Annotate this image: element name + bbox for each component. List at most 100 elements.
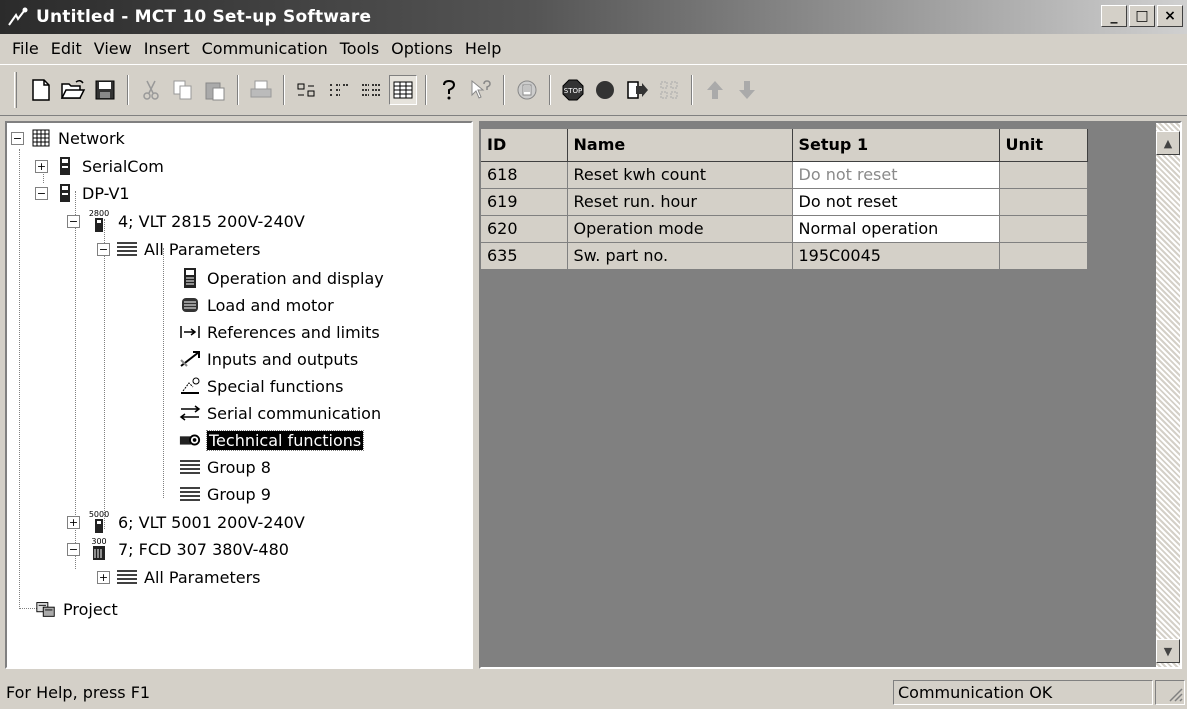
motor-icon xyxy=(179,294,201,316)
tree-label: 7; FCD 307 380V-480 xyxy=(118,539,289,559)
scroll-up-button[interactable]: ▲ xyxy=(1156,131,1180,155)
maximize-button[interactable]: □ xyxy=(1129,5,1155,27)
network-tree[interactable]: − Network + SerialCom − DP-V1 − 2800 4; … xyxy=(5,121,473,669)
download-icon[interactable] xyxy=(623,75,651,105)
tree-item-group-9[interactable]: Group 9 xyxy=(179,481,271,507)
collapse-icon[interactable]: − xyxy=(97,242,110,256)
tree-item-technical-functions[interactable]: Technical functions xyxy=(179,427,365,453)
drive-icon xyxy=(54,182,76,204)
tree-item-operation-display[interactable]: Operation and display xyxy=(179,265,384,291)
tree-item-inputs-outputs[interactable]: Inputs and outputs xyxy=(179,346,358,372)
tree-label: Operation and display xyxy=(207,268,384,288)
up-arrow-icon[interactable] xyxy=(701,75,729,105)
stop-icon[interactable]: STOP xyxy=(559,75,587,105)
tree-item-dpv1[interactable]: − DP-V1 xyxy=(35,180,130,206)
toolbar-grip[interactable] xyxy=(14,72,17,108)
tree-item-project[interactable]: Project xyxy=(35,596,118,622)
tree-item-all-parameters-2[interactable]: + All Parameters xyxy=(97,564,261,590)
tree-item-load-motor[interactable]: Load and motor xyxy=(179,292,334,318)
tree-item-serial-communication[interactable]: Serial communication xyxy=(179,400,381,426)
cell-unit xyxy=(999,188,1088,216)
parameter-list-icon xyxy=(179,456,201,478)
save-icon[interactable] xyxy=(91,75,119,105)
expand-icon[interactable]: + xyxy=(67,515,80,529)
open-icon[interactable] xyxy=(59,75,87,105)
toolbar-separator xyxy=(425,75,427,105)
paste-icon[interactable] xyxy=(201,75,229,105)
parameter-grid-pane: ID Name Setup 1 Unit 618 Reset kwh count… xyxy=(479,121,1182,669)
expand-icon[interactable]: + xyxy=(97,570,110,584)
tree-label: 4; VLT 2815 200V-240V xyxy=(118,211,305,231)
cell-name: Reset run. hour xyxy=(567,188,793,216)
tree-item-all-parameters[interactable]: − All Parameters xyxy=(97,236,261,262)
tree-label: Group 8 xyxy=(207,457,271,477)
toolbar: STOP xyxy=(0,64,1187,116)
column-header-unit[interactable]: Unit xyxy=(999,129,1088,162)
menu-help[interactable]: Help xyxy=(459,39,507,58)
column-header-setup1[interactable]: Setup 1 xyxy=(792,129,1000,162)
resize-grip[interactable] xyxy=(1155,680,1185,705)
parameter-list-icon xyxy=(179,483,201,505)
cell-unit xyxy=(999,215,1088,243)
tree-item-device-fcd307[interactable]: − 300 7; FCD 307 380V-480 xyxy=(67,536,289,562)
collapse-icon[interactable]: − xyxy=(11,131,24,145)
tree-item-device-vlt5001[interactable]: + 5000 6; VLT 5001 200V-240V xyxy=(67,509,305,535)
menu-options[interactable]: Options xyxy=(385,39,459,58)
record-icon[interactable] xyxy=(591,75,619,105)
help-icon[interactable] xyxy=(435,75,463,105)
menu-edit[interactable]: Edit xyxy=(45,39,88,58)
tree-label: Load and motor xyxy=(207,295,334,315)
table-row[interactable]: 618 Reset kwh count Do not reset xyxy=(481,161,1088,189)
table-row[interactable]: 620 Operation mode Normal operation xyxy=(481,215,1088,243)
menu-bar: File Edit View Insert Communication Tool… xyxy=(0,34,1187,62)
tree-item-network[interactable]: − Network xyxy=(11,125,125,151)
column-header-id[interactable]: ID xyxy=(481,129,568,162)
column-header-name[interactable]: Name xyxy=(567,129,793,162)
collapse-icon[interactable]: − xyxy=(67,214,80,228)
table-row[interactable]: 635 Sw. part no. 195C0045 xyxy=(481,242,1088,270)
cell-name: Sw. part no. xyxy=(567,242,793,270)
details-icon[interactable] xyxy=(389,75,417,105)
special-functions-icon xyxy=(179,375,201,397)
tree-item-group-8[interactable]: Group 8 xyxy=(179,454,271,480)
cut-icon[interactable] xyxy=(137,75,165,105)
new-icon[interactable] xyxy=(27,75,55,105)
menu-insert[interactable]: Insert xyxy=(138,39,196,58)
collapse-icon[interactable]: − xyxy=(35,186,48,200)
down-arrow-icon[interactable] xyxy=(733,75,761,105)
cell-setup1[interactable]: Do not reset xyxy=(792,161,1000,189)
vertical-scrollbar[interactable]: ▲ ▼ xyxy=(1156,123,1180,667)
small-icons-icon[interactable] xyxy=(325,75,353,105)
collapse-icon[interactable]: − xyxy=(67,542,80,556)
copy-icon[interactable] xyxy=(169,75,197,105)
upload-icon[interactable] xyxy=(655,75,683,105)
drive-icon xyxy=(54,155,76,177)
cell-id: 620 xyxy=(481,215,568,243)
menu-view[interactable]: View xyxy=(88,39,138,58)
serial-comm-icon xyxy=(179,402,201,424)
context-help-icon[interactable] xyxy=(467,75,495,105)
tree-item-serialcom[interactable]: + SerialCom xyxy=(35,153,164,179)
toolbar-separator xyxy=(237,75,239,105)
tree-item-references-limits[interactable]: References and limits xyxy=(179,319,380,345)
tree-item-device-vlt2815[interactable]: − 2800 4; VLT 2815 200V-240V xyxy=(67,208,305,234)
menu-communication[interactable]: Communication xyxy=(196,39,334,58)
minimize-button[interactable]: _ xyxy=(1101,5,1127,27)
tree-label: Group 9 xyxy=(207,484,271,504)
cell-setup1[interactable]: Normal operation xyxy=(792,215,1000,243)
scroll-down-button[interactable]: ▼ xyxy=(1156,639,1180,663)
menu-tools[interactable]: Tools xyxy=(334,39,385,58)
list-icon[interactable] xyxy=(357,75,385,105)
expand-icon[interactable]: + xyxy=(35,159,48,173)
connect-icon[interactable] xyxy=(513,75,541,105)
print-icon[interactable] xyxy=(247,75,275,105)
close-button[interactable]: × xyxy=(1157,5,1183,27)
technical-functions-icon xyxy=(179,429,201,451)
cell-setup1[interactable]: Do not reset xyxy=(792,188,1000,216)
table-row[interactable]: 619 Reset run. hour Do not reset xyxy=(481,188,1088,216)
large-icons-icon[interactable] xyxy=(293,75,321,105)
toolbar-separator xyxy=(127,75,129,105)
cell-unit xyxy=(999,161,1088,189)
menu-file[interactable]: File xyxy=(6,39,45,58)
tree-item-special-functions[interactable]: Special functions xyxy=(179,373,343,399)
